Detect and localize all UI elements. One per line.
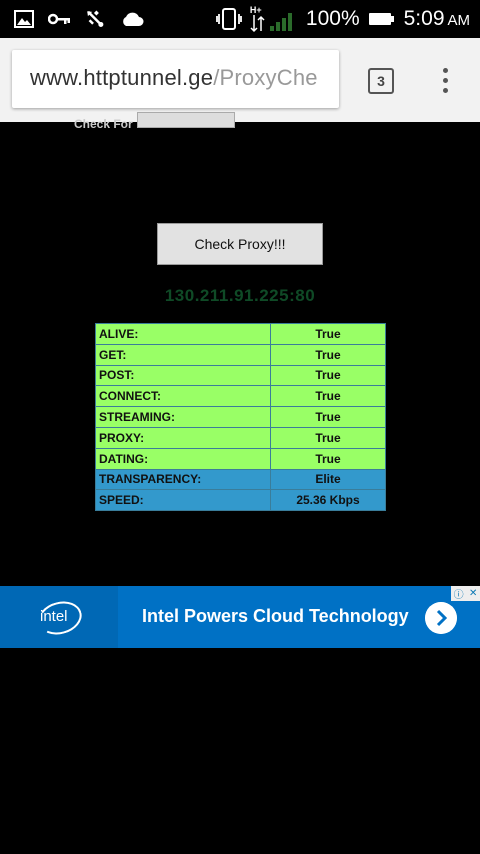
url-path: /ProxyChe [213, 65, 318, 90]
proxy-ip-address: 130.211.91.225:80 [164, 286, 316, 305]
ad-title: Intel Powers Cloud Technology [142, 606, 409, 626]
intel-logo-text: intel [40, 608, 68, 625]
result-value: 25.36 Kbps [270, 489, 386, 512]
browser-toolbar: www.httptunnel.ge/ProxyChe 3 [0, 38, 480, 122]
result-row: POST: True [95, 364, 386, 387]
clock-ampm: AM [447, 12, 471, 29]
info-icon: ⓘ [453, 590, 464, 601]
clock: 5:09 AM [404, 7, 470, 31]
result-value: True [270, 343, 386, 366]
key-icon [48, 13, 70, 25]
result-label: TRANSPARENCY: [95, 468, 271, 491]
result-row: ALIVE: True [95, 323, 386, 345]
signal-icon: H+ [250, 5, 298, 33]
gallery-icon [14, 10, 34, 28]
result-row: TRANSPARENCY: Elite [95, 468, 386, 491]
result-value: True [270, 364, 386, 387]
intel-logo: intel [0, 586, 118, 648]
result-label: PROXY: [95, 426, 271, 449]
result-row: STREAMING: True [95, 406, 386, 428]
result-row: CONNECT: True [95, 385, 386, 408]
result-label: SPEED: [95, 489, 271, 512]
system-status: H+ 100% 5:09 AM [216, 4, 470, 34]
close-icon[interactable]: ✕ [469, 588, 477, 599]
url-host: www.httptunnel.ge [30, 65, 214, 90]
overflow-menu-button[interactable] [440, 68, 450, 98]
adchoices-icon[interactable]: ⓘ ✕ [451, 586, 480, 601]
result-label: GET: [95, 343, 271, 366]
check-for-row: Check For [74, 112, 235, 128]
result-label: DATING: [95, 447, 271, 470]
result-row: PROXY: True [95, 426, 386, 449]
result-label: STREAMING: [95, 406, 271, 428]
result-row: SPEED: 25.36 Kbps [95, 489, 386, 512]
result-label: ALIVE: [95, 323, 271, 345]
cloud-icon [123, 12, 144, 26]
result-label: CONNECT: [95, 385, 271, 408]
result-value: True [270, 323, 386, 345]
usb-icon [87, 10, 104, 27]
address-bar[interactable]: www.httptunnel.ge/ProxyChe [12, 50, 339, 108]
result-value: True [270, 406, 386, 428]
check-for-label: Check For [74, 117, 133, 128]
result-row: GET: True [95, 343, 386, 366]
vibrate-icon [216, 8, 242, 30]
result-label: POST: [95, 364, 271, 387]
result-value: True [270, 426, 386, 449]
battery-percent: 100% [305, 7, 360, 30]
proxy-results-table: ALIVE: True GET: True POST: True CONNECT: True S… [95, 323, 386, 512]
clock-time: 5:09 [403, 7, 445, 30]
check-proxy-button[interactable]: Check Proxy!!! [157, 223, 323, 265]
status-bar: H+ 100% 5:09 AM [0, 0, 480, 38]
check-for-select[interactable] [136, 112, 235, 128]
chevron-right-icon[interactable] [425, 602, 457, 634]
url-text: www.httptunnel.ge/ProxyChe [30, 65, 318, 91]
result-value: Elite [270, 468, 386, 491]
result-value: True [270, 447, 386, 470]
tab-switcher-button[interactable]: 3 [368, 68, 394, 94]
ad-banner[interactable]: intel Intel Powers Cloud Technology [0, 586, 480, 648]
battery-icon [368, 13, 394, 25]
result-row: DATING: True [95, 447, 386, 470]
result-value: True [270, 385, 386, 408]
notification-icons [14, 8, 144, 30]
